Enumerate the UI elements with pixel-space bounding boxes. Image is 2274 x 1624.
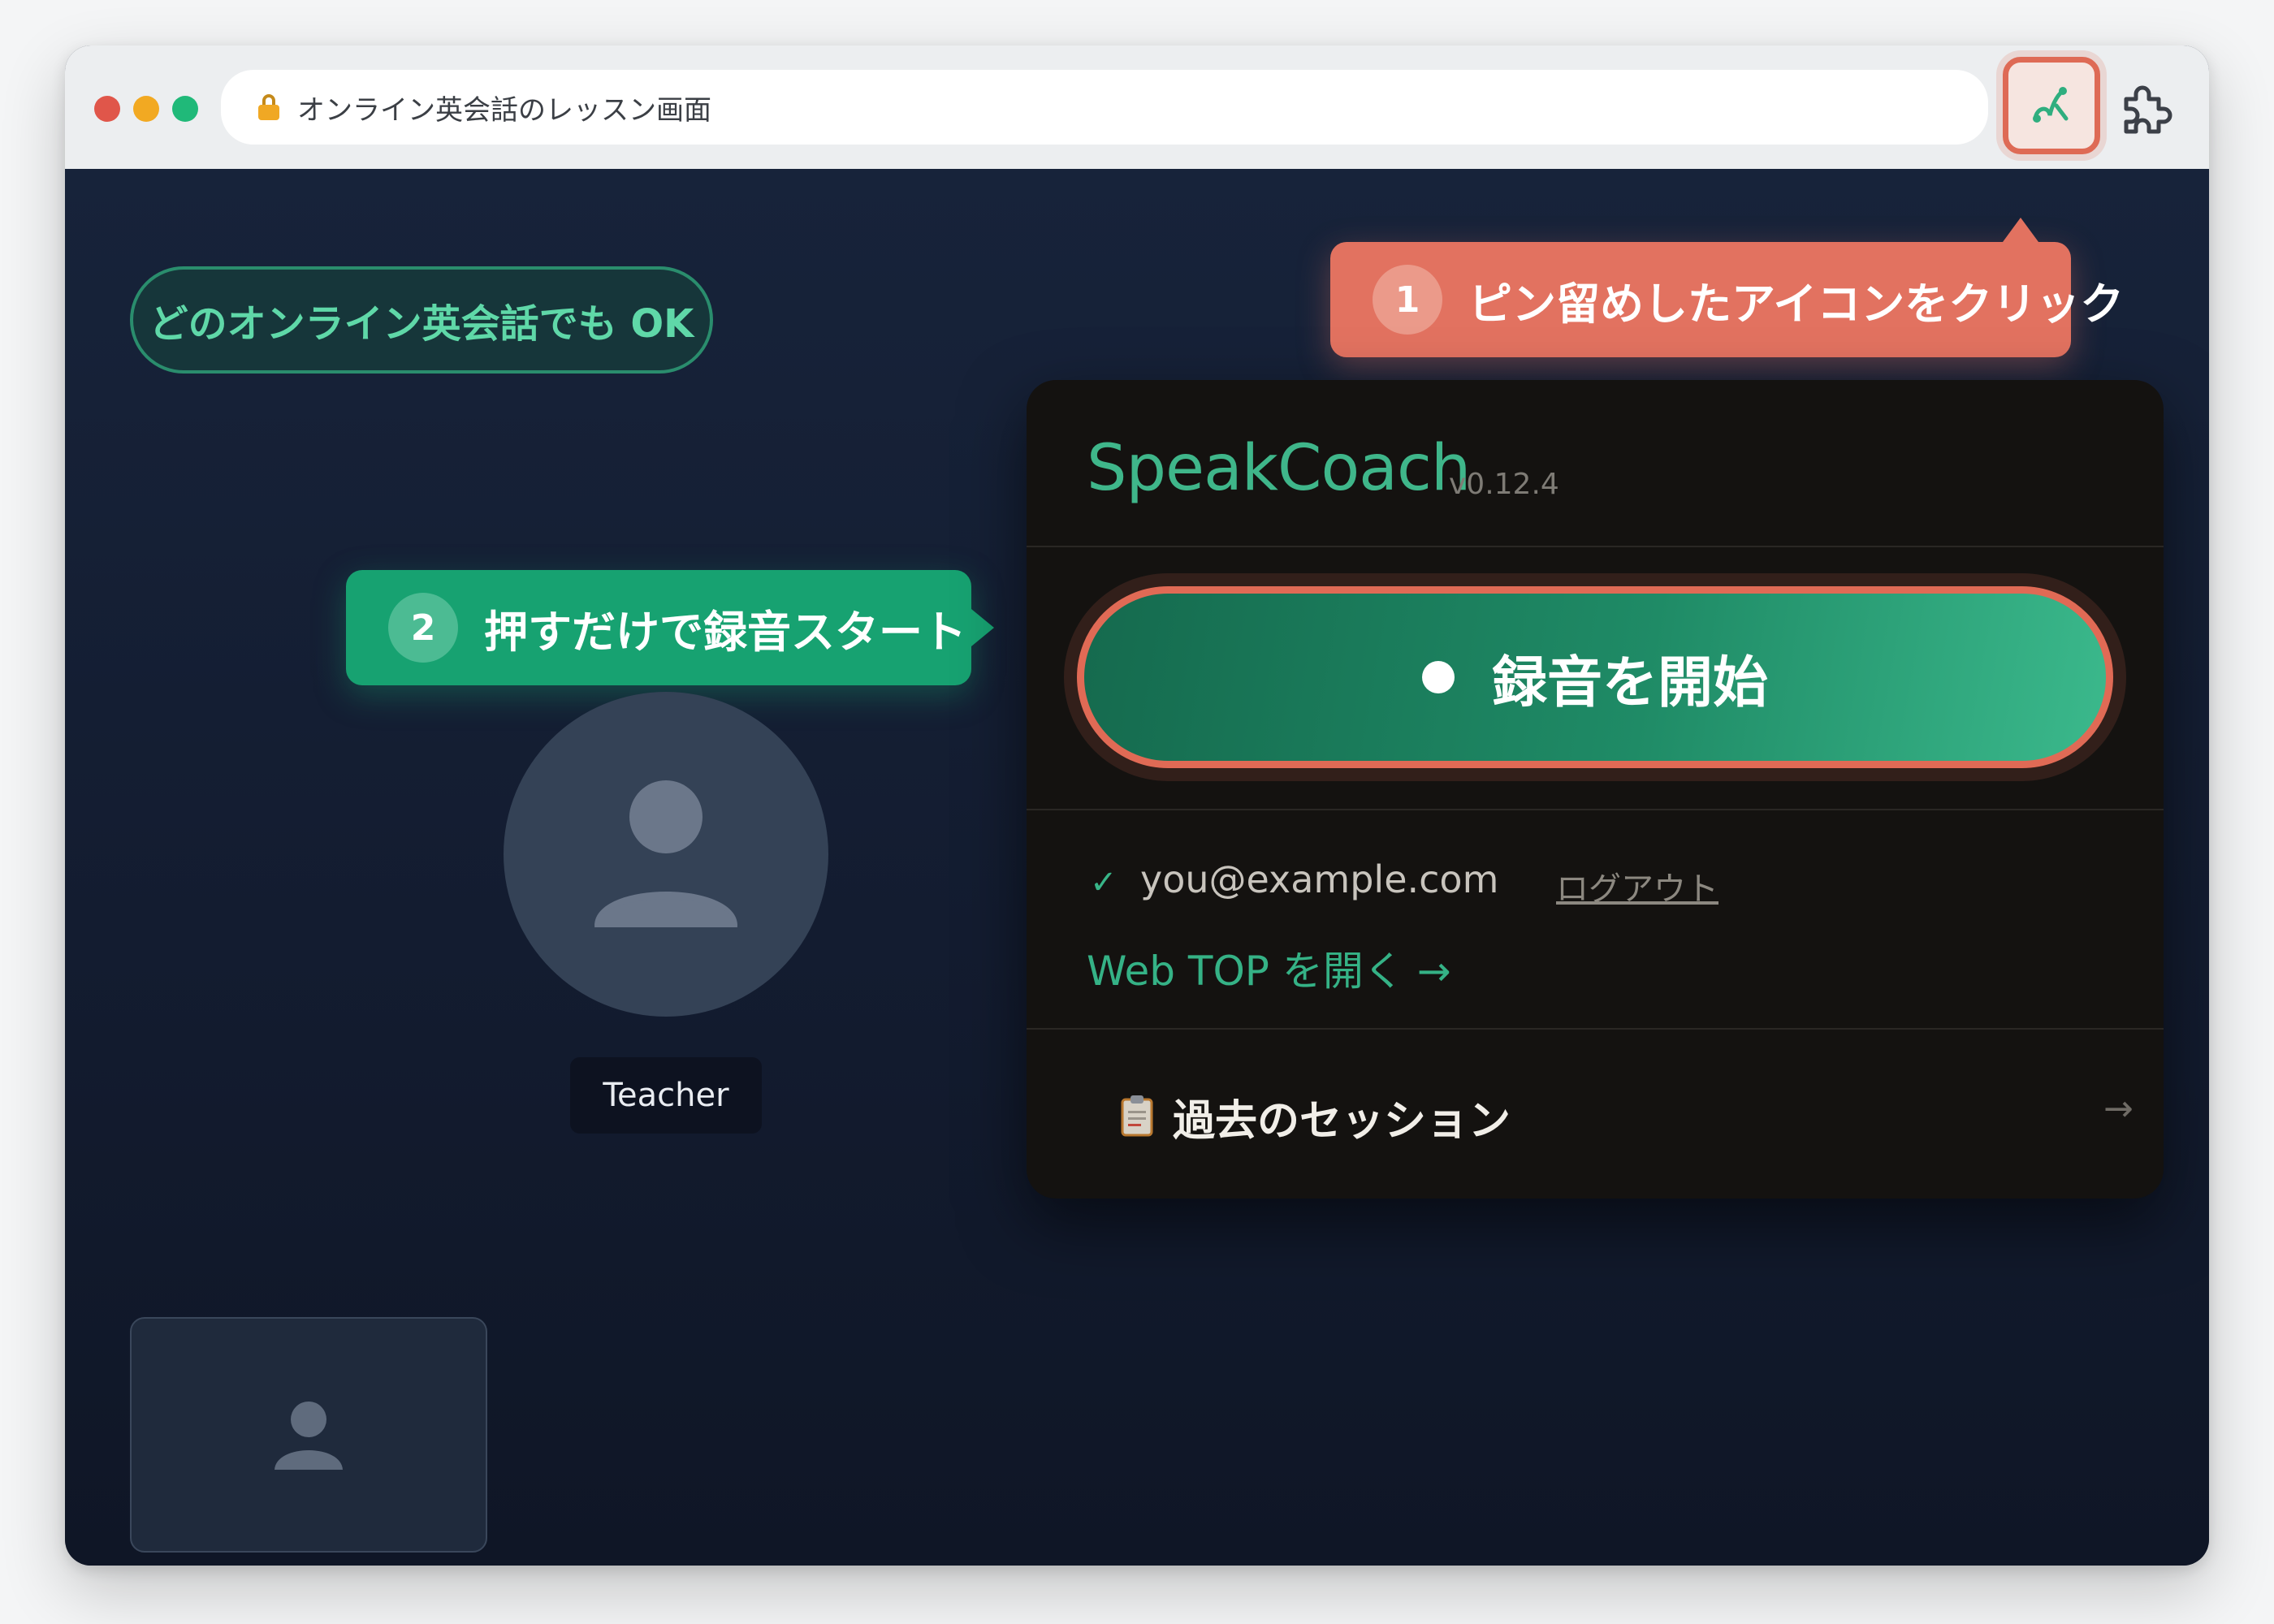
teacher-name-label: Teacher [570,1057,762,1134]
past-sessions-row[interactable]: 過去のセッション → [1027,1030,2164,1199]
lesson-stage: どのオンライン英会話でも OK 1 ピン留めしたアイコンをクリック 2 押すだけ… [65,169,2209,1566]
callout-step-2: 2 押すだけで録音スタート [346,570,994,685]
start-recording-button[interactable]: 録音を開始 [1077,586,2113,768]
browser-window: オンライン英会話のレッスン画面 どのオンライン英会話でも OK 1 ピン留めした… [65,45,2209,1566]
step-number-badge: 1 [1373,265,1442,335]
callout-text: ピン留めしたアイコンをクリック [1468,278,2125,330]
address-bar[interactable]: オンライン英会話のレッスン画面 [221,70,1988,145]
arrow-right-icon: → [2103,1088,2133,1129]
account-email: you@example.com [1140,857,1499,901]
callout-step-1: 1 ピン留めしたアイコンをクリック [1330,218,2124,357]
speakcoach-extension-icon [2033,87,2069,123]
logout-link[interactable]: ログアウト [1556,862,1718,909]
record-dot-icon [1421,661,1455,693]
open-web-top-link[interactable]: Web TOP を開く → [1087,939,1451,997]
record-section: 録音を開始 [1027,547,2164,810]
person-icon [275,1402,343,1470]
browser-toolbar: オンライン英会話のレッスン画面 [65,45,2209,169]
callout-text: 押すだけで録音スタート [484,606,966,658]
app-title: SpeakCoach [1087,432,1471,505]
past-sessions-label: 過去のセッション [1173,1097,1511,1146]
maximize-window-button[interactable] [172,96,198,122]
self-video-tile [130,1317,487,1553]
minimize-window-button[interactable] [133,96,159,122]
check-icon: ✓ [1090,864,1118,901]
step-number-badge: 2 [388,593,458,663]
compatibility-badge: どのオンライン英会話でも OK [130,266,713,374]
popup-header: SpeakCoach v0.12.4 [1027,380,2164,547]
address-text: オンライン英会話のレッスン画面 [297,93,711,127]
speakcoach-extension-button[interactable] [2003,57,2100,154]
close-window-button[interactable] [94,96,120,122]
teacher-video-avatar [504,692,828,1017]
app-version: v0.12.4 [1449,468,1559,501]
lock-icon [258,94,279,120]
extensions-puzzle-icon[interactable] [2112,75,2180,143]
person-icon [594,780,737,927]
clipboard-icon [1121,1095,1153,1137]
start-recording-label: 録音を開始 [1491,650,1768,715]
account-section: ✓ you@example.com ログアウト Web TOP を開く → [1027,810,2164,1030]
speakcoach-popup: SpeakCoach v0.12.4 録音を開始 ✓ you@example.c… [1027,380,2164,1199]
